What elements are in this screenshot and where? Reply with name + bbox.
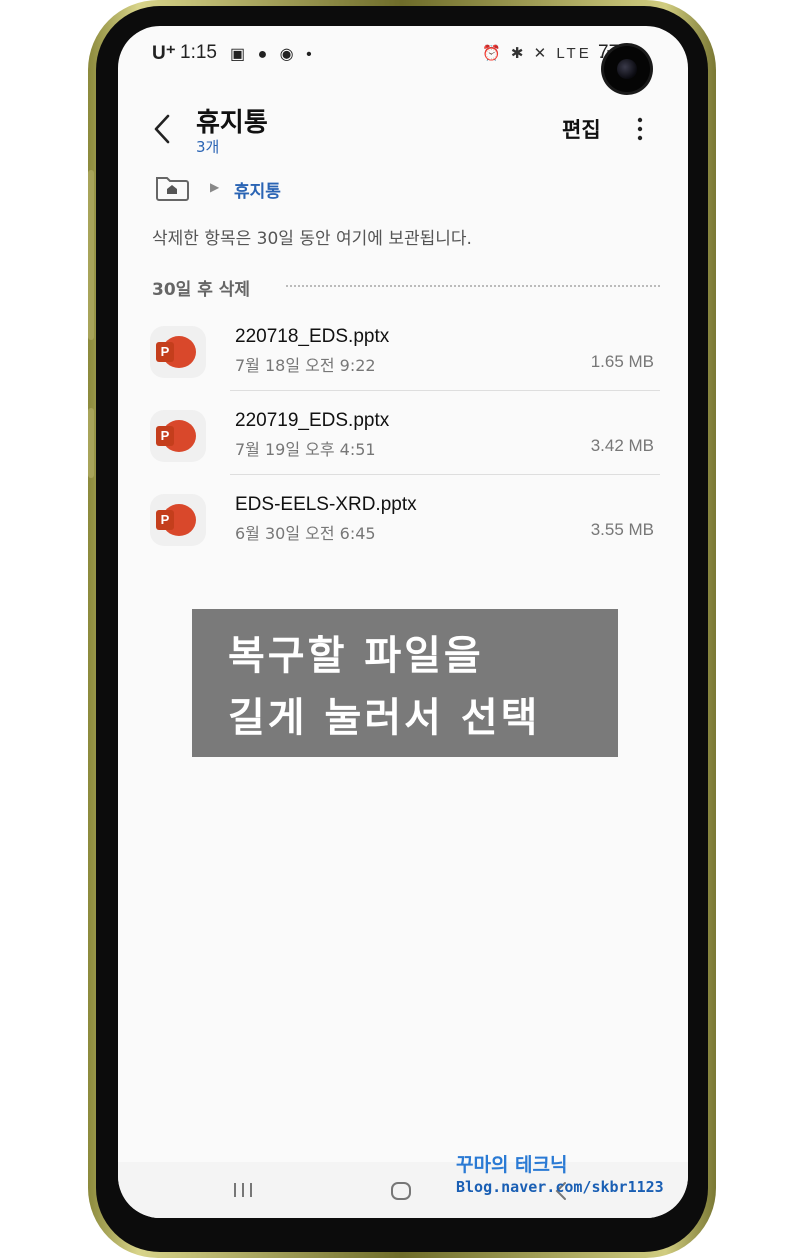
powerpoint-icon: P [150, 326, 206, 378]
side-key [88, 408, 94, 478]
powerpoint-icon: P [150, 410, 206, 462]
recent-apps-icon[interactable] [232, 1182, 254, 1198]
item-count: 3개 [196, 138, 220, 156]
instruction-caption: 복구할 파일을 길게 눌러서 선택 [192, 609, 618, 757]
caption-line: 길게 눌러서 선택 [228, 695, 541, 741]
breadcrumb-current[interactable]: 휴지통 [234, 177, 281, 202]
file-name: 220719_EDS.pptx [235, 410, 390, 431]
back-arrow-icon[interactable] [148, 112, 178, 146]
home-folder-icon[interactable] [154, 174, 190, 202]
caption-line: 복구할 파일을 [228, 633, 484, 679]
row-divider [230, 474, 660, 475]
front-camera [604, 46, 650, 92]
file-row[interactable]: P 220719_EDS.pptx 7월 19일 오후 4:51 3.42 MB [118, 410, 688, 494]
home-button-icon[interactable] [390, 1181, 412, 1201]
file-size: 3.42 MB [590, 436, 654, 455]
powerpoint-icon: P [150, 494, 206, 546]
row-divider [230, 390, 660, 391]
section-header: 30일 후 삭제 [152, 280, 251, 300]
retention-notice: 삭제한 항목은 30일 동안 여기에 보관됩니다. [152, 229, 472, 249]
screen: U⁺ 1:15 ▣ ● ◉ • ⏰ ✱ ✕ LTE .ıl 77 휴지통 3개 … [118, 26, 688, 1218]
edit-button[interactable]: 편집 [562, 114, 601, 144]
file-row[interactable]: P 220718_EDS.pptx 7월 18일 오전 9:22 1.65 MB [118, 326, 688, 410]
file-date: 7월 19일 오후 4:51 [235, 440, 376, 459]
section-divider [286, 285, 660, 287]
status-bar: U⁺ 1:15 ▣ ● ◉ • ⏰ ✱ ✕ LTE .ıl 77 [118, 40, 688, 70]
watermark-url: Blog.naver.com/skbr1123 [456, 1178, 664, 1196]
file-row[interactable]: P EDS-EELS-XRD.pptx 6월 30일 오전 6:45 3.55 … [118, 494, 688, 578]
more-options-icon[interactable] [634, 116, 646, 142]
volume-button [88, 170, 94, 340]
page-title: 휴지통 [196, 108, 268, 138]
watermark-title: 꾸마의 테크닉 [456, 1154, 568, 1176]
breadcrumb-arrow-icon: ▶ [210, 180, 220, 194]
notification-icons: ▣ ● ◉ • [230, 46, 316, 63]
file-date: 7월 18일 오전 9:22 [235, 356, 376, 375]
carrier-label: U⁺ [152, 43, 176, 64]
file-date: 6월 30일 오전 6:45 [235, 524, 376, 543]
file-name: 220718_EDS.pptx [235, 326, 390, 347]
file-size: 1.65 MB [590, 352, 654, 371]
status-time: 1:15 [180, 42, 217, 63]
file-size: 3.55 MB [590, 520, 654, 539]
file-name: EDS-EELS-XRD.pptx [235, 494, 417, 515]
